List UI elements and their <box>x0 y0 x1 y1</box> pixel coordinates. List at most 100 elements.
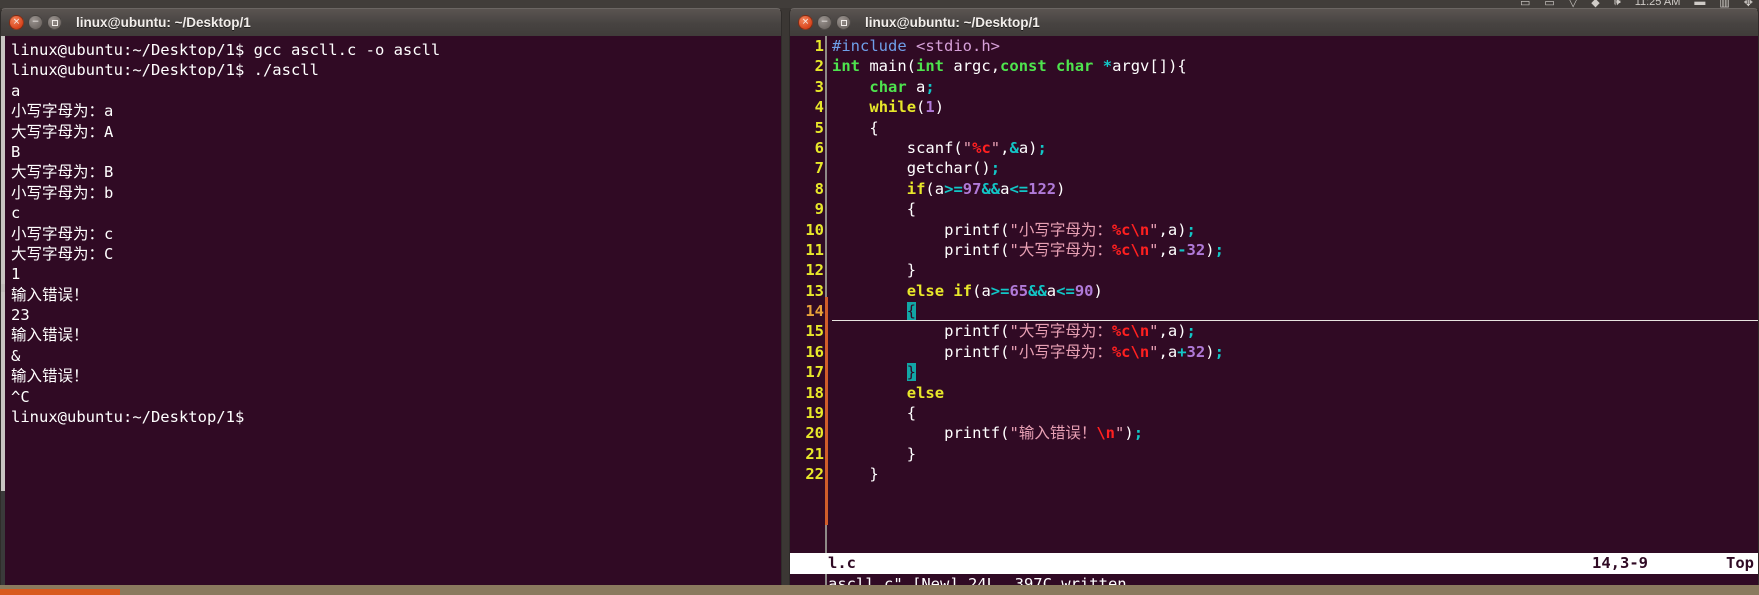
vim-line-number: 1 <box>814 37 824 55</box>
vim-line-text: { <box>869 118 879 137</box>
vim-code-line[interactable]: 22 } <box>790 464 1758 484</box>
vim-status-scroll: Top <box>1726 554 1754 573</box>
vim-line-number: 20 <box>805 424 824 443</box>
terminal-line: 小写字母为：b <box>11 183 114 202</box>
vim-status-position: 14,3-9 <box>1592 554 1648 573</box>
vim-code-line[interactable]: 1 #include <stdio.h> <box>790 36 1758 56</box>
vim-code-line[interactable]: 21 } <box>790 444 1758 464</box>
vim-code-line[interactable]: 17 } <box>790 362 1758 382</box>
vim-status-line: l.c 14,3-9 Top <box>790 553 1758 574</box>
vim-line-number: 10 <box>805 220 824 239</box>
vim-line-text: printf("大写字母为：%c\n",a); <box>944 322 1196 341</box>
vim-editor[interactable]: 1 #include <stdio.h> 2 int main(int argc,co… <box>789 36 1759 595</box>
vim-code-line[interactable]: 16 printf("小写字母为：%c\n",a+32); <box>790 342 1758 362</box>
gear-icon[interactable]: ✥ <box>1744 0 1753 8</box>
vim-code-line[interactable]: 13 else if(a>=65&&a<=90) <box>790 281 1758 301</box>
vim-line-number: 21 <box>805 444 824 463</box>
terminal-line: a <box>11 81 21 100</box>
vim-code-line[interactable]: 4 while(1) <box>790 97 1758 117</box>
vim-line-number: 15 <box>805 322 824 341</box>
minimize-button[interactable]: − <box>28 15 43 30</box>
battery-icon[interactable]: ▭ <box>1520 0 1530 8</box>
vim-line-number: 5 <box>814 118 824 137</box>
minimize-button[interactable]: − <box>817 15 832 30</box>
vim-code-line[interactable]: 6 scanf("%c",&a); <box>790 138 1758 158</box>
window-controls-right[interactable]: × − <box>798 15 851 30</box>
vim-cursor: { <box>906 302 916 321</box>
vim-code-line[interactable]: 7 getchar(); <box>790 158 1758 178</box>
scrollbar-thumb[interactable] <box>1 36 5 492</box>
vim-code-line[interactable]: 10 printf("小写字母为：%c\n",a); <box>790 220 1758 240</box>
vim-line-text: int main(int argc,const char *argv[]){ <box>832 57 1187 76</box>
terminal-line: 输入错误！ <box>11 285 89 304</box>
vim-code-line[interactable]: 5 { <box>790 118 1758 138</box>
network-icon[interactable]: ▥ <box>1719 0 1729 8</box>
desktop-root: ▭ ▭ ▽ ◆ 🕪 11:25 AM ▬ ▥ ✥ × − linux@ubunt… <box>0 0 1759 595</box>
vim-line-text: } <box>906 444 917 463</box>
vim-code-line[interactable]: 15 printf("大写字母为：%c\n",a); <box>790 321 1758 341</box>
vim-code-line[interactable]: 12 } <box>790 260 1758 280</box>
vim-line-text: char a; <box>869 77 935 96</box>
vim-line-number: 17 <box>805 363 824 382</box>
scrollbar-arrow-icon[interactable] <box>1 284 5 292</box>
terminal-line: c <box>11 204 21 223</box>
vim-status-filename: l.c <box>828 554 856 573</box>
vim-line-number: 7 <box>814 159 824 178</box>
vim-line-text: printf("输入错误！\n"); <box>944 424 1144 443</box>
vim-line-text: else if(a>=65&&a<=90) <box>906 281 1103 300</box>
panel-clock[interactable]: 11:25 AM <box>1635 0 1681 8</box>
bluetooth-icon[interactable]: ◆ <box>1591 0 1599 8</box>
terminal-line: 小写字母为：c <box>11 224 114 243</box>
vim-code-line[interactable]: 3 char a; <box>790 77 1758 97</box>
terminal-window-right[interactable]: × − linux@ubuntu: ~/Desktop/1 1 #include … <box>789 8 1759 595</box>
vim-line-text: { <box>832 301 1758 321</box>
vim-line-text: } <box>832 362 1758 382</box>
terminal-line: 1 <box>11 265 21 284</box>
volume-icon[interactable]: 🕪 <box>1614 0 1621 8</box>
close-button[interactable]: × <box>798 15 813 30</box>
vim-line-text: if(a>=97&&a<=122) <box>906 179 1066 198</box>
vim-code-line[interactable]: 19 { <box>790 403 1758 423</box>
vim-line-number: 4 <box>814 98 824 117</box>
maximize-button[interactable] <box>836 15 851 30</box>
vim-line-number: 22 <box>805 465 824 484</box>
vim-line-text: printf("小写字母为：%c\n",a+32); <box>944 342 1224 361</box>
vim-code-line[interactable]: 14 { <box>790 301 1758 322</box>
window-title-left: linux@ubuntu: ~/Desktop/1 <box>76 15 251 30</box>
titlebar-right[interactable]: × − linux@ubuntu: ~/Desktop/1 <box>789 8 1759 36</box>
vim-line-text: #include <stdio.h> <box>832 37 1000 55</box>
vim-line-number: 19 <box>805 404 824 423</box>
user-icon[interactable]: ▬ <box>1694 0 1705 8</box>
dropbox-icon[interactable]: ▽ <box>1569 0 1577 8</box>
terminal-window-left[interactable]: × − linux@ubuntu: ~/Desktop/1 linux@ubun… <box>0 8 782 592</box>
vim-code-line[interactable]: 20 printf("输入错误！\n"); <box>790 423 1758 443</box>
vim-code-line[interactable]: 2 int main(int argc,const char *argv[]){ <box>790 56 1758 76</box>
vim-line-text: } <box>869 465 879 484</box>
vim-line-number: 2 <box>814 57 824 76</box>
vim-line-number: 8 <box>814 179 824 198</box>
vim-line-text: { <box>906 404 917 423</box>
vim-line-number: 14 <box>805 302 824 321</box>
vim-line-number: 18 <box>805 383 824 402</box>
terminal-line: 大写字母为：C <box>11 244 114 263</box>
terminal-line: linux@ubuntu:~/Desktop/1$ <box>11 408 245 427</box>
vim-cursor: } <box>906 363 916 382</box>
vim-code-line[interactable]: 8 if(a>=97&&a<=122) <box>790 179 1758 199</box>
vim-line-text: scanf("%c",&a); <box>906 138 1047 157</box>
vim-code-line[interactable]: 18 else <box>790 383 1758 403</box>
maximize-button[interactable] <box>47 15 62 30</box>
titlebar-left[interactable]: × − linux@ubuntu: ~/Desktop/1 <box>0 8 782 36</box>
close-button[interactable]: × <box>9 15 24 30</box>
maximize-glyph <box>840 19 847 26</box>
window-controls-left[interactable]: × − <box>9 15 62 30</box>
terminal-line: ^C <box>11 387 30 406</box>
unity-indicator-area[interactable]: ▭ ▭ ▽ ◆ 🕪 11:25 AM ▬ ▥ ✥ <box>1520 0 1753 8</box>
terminal-output-left[interactable]: linux@ubuntu:~/Desktop/1$ gcc ascll.c -o… <box>0 36 782 592</box>
terminal-scrollbar-left[interactable] <box>1 36 5 591</box>
vim-code-line[interactable]: 9 { <box>790 199 1758 219</box>
vim-line-text: while(1) <box>869 98 945 117</box>
keyboard-icon[interactable]: ▭ <box>1544 0 1554 8</box>
vim-line-text: else <box>906 383 945 402</box>
vim-code-line[interactable]: 11 printf("大写字母为：%c\n",a-32); <box>790 240 1758 260</box>
vim-code-area[interactable]: 1 #include <stdio.h> 2 int main(int argc,co… <box>790 36 1758 485</box>
